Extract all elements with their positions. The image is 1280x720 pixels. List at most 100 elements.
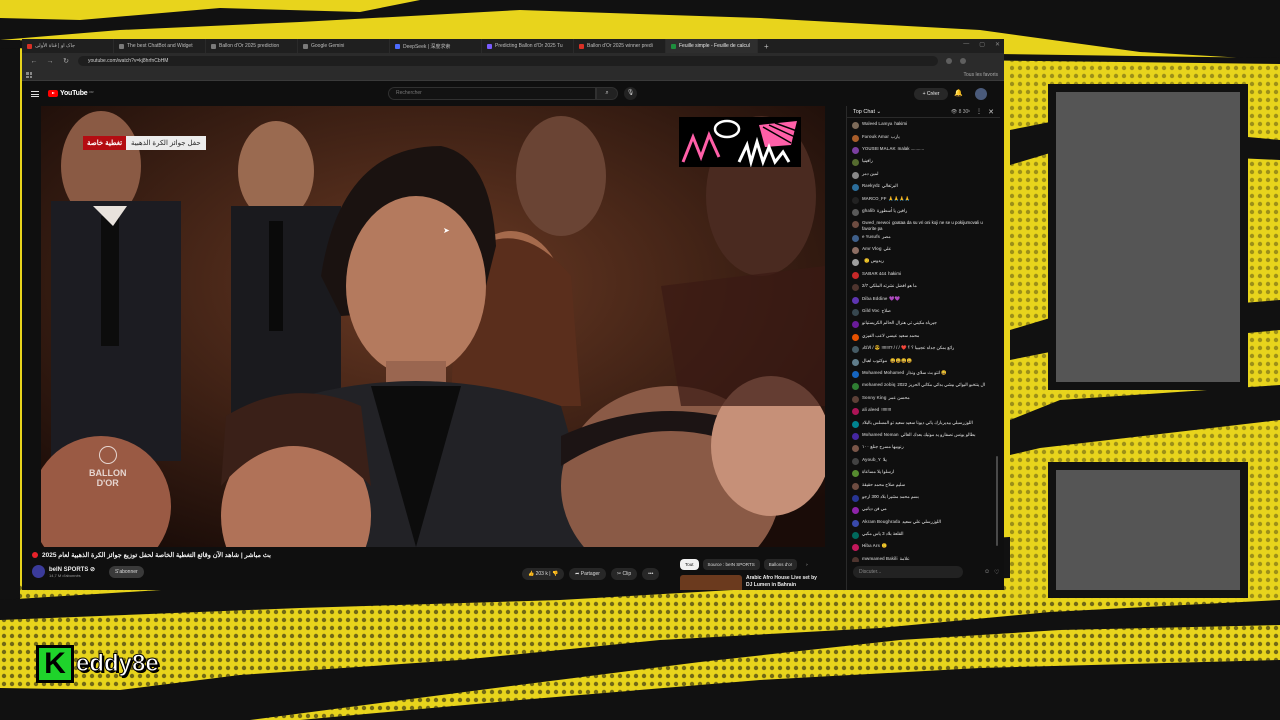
browser-tab-0[interactable]: جاک او | قناة الأولى (22, 39, 114, 53)
url-input[interactable]: youtube.com/watch?v=kj8hrfnCbHM (78, 56, 938, 66)
microphone-icon[interactable]: 🎙 (624, 87, 637, 100)
recommended-title[interactable]: Arabic Afro House Live set by DJ Lumen i… (746, 575, 824, 590)
chat-author-avatar[interactable] (852, 383, 859, 391)
chat-input[interactable]: Discuter... (853, 566, 963, 578)
chip-all[interactable]: Tout (680, 559, 699, 570)
chat-author-avatar[interactable] (852, 519, 859, 527)
chat-author-avatar[interactable] (852, 445, 859, 453)
video-player[interactable]: تغطية خاصة حفل جوائز الكرة الذهبية BALLO… (41, 106, 825, 547)
new-tab-button[interactable]: + (758, 42, 775, 51)
chat-author-avatar[interactable] (852, 247, 859, 255)
chat-author-avatar[interactable] (852, 309, 859, 317)
chat-author-avatar[interactable] (852, 159, 859, 167)
chat-author-avatar[interactable] (852, 432, 859, 440)
chat-author-avatar[interactable] (852, 321, 859, 329)
chat-author-avatar[interactable] (852, 221, 859, 229)
apps-grid-icon[interactable] (26, 72, 32, 78)
chat-author-avatar[interactable] (852, 333, 859, 341)
chips-next-icon[interactable]: › (801, 559, 813, 570)
menu-icon[interactable] (31, 91, 39, 97)
notifications-bell-icon[interactable]: 🔔 (954, 89, 963, 97)
chat-author-avatar[interactable] (852, 420, 859, 428)
chat-author-avatar[interactable] (852, 358, 859, 366)
chat-author-avatar[interactable] (852, 346, 859, 354)
subscribe-button[interactable]: S'abonner (109, 565, 144, 578)
browser-tab-1[interactable]: The best ChatBot and Widget (114, 39, 206, 53)
profile-icon[interactable] (960, 58, 966, 64)
chat-author-name[interactable]: Diba Eddine (862, 296, 887, 301)
chat-author-name[interactable]: MARCO_FF (862, 196, 886, 201)
chat-author-avatar[interactable] (852, 408, 859, 416)
chat-author-avatar[interactable] (852, 122, 859, 130)
channel-name[interactable]: beIN SPORTS ⊘ (49, 566, 95, 573)
reload-icon[interactable]: ↻ (62, 57, 70, 65)
youtube-logo[interactable]: YouTube FR (48, 90, 94, 97)
chat-author-avatar[interactable] (852, 234, 859, 242)
browser-tab-4[interactable]: DeepSeek | 深度求索 (390, 39, 482, 53)
chat-author-name[interactable]: Hiba Ars (862, 543, 880, 548)
search-input[interactable]: Rechercher (388, 87, 596, 100)
chat-author-name[interactable]: SABAR 444 (862, 271, 886, 276)
chat-author-avatar[interactable] (852, 470, 859, 478)
chat-author-name[interactable]: Gwed_mewoi (862, 220, 890, 225)
chat-author-avatar[interactable] (852, 370, 859, 378)
close-chat-icon[interactable]: ✕ (988, 108, 994, 116)
browser-tab-5[interactable]: Predicting Ballon d'Or 2025 Tu (482, 39, 574, 53)
close-window-icon[interactable]: ✕ (995, 41, 1000, 48)
browser-tab-6[interactable]: Ballon d'Or 2025 winner predi (574, 39, 666, 53)
chat-author-avatar[interactable] (852, 544, 859, 552)
chat-author-avatar[interactable] (852, 259, 859, 267)
browser-tab-2[interactable]: Ballon d'Or 2025 prediction (206, 39, 298, 53)
chat-author-avatar[interactable] (852, 296, 859, 304)
like-button[interactable]: 👍 203 k | 👎 (522, 568, 565, 580)
heart-reaction-icon[interactable]: ♡ (994, 569, 999, 576)
create-button[interactable]: + Créer (914, 88, 948, 100)
chat-author-name[interactable]: Waleed Lamya (862, 121, 892, 126)
chip-source[interactable]: Source : beIN SPORTS (702, 559, 760, 570)
chat-author-avatar[interactable] (852, 482, 859, 490)
recommended-video[interactable]: Arabic Afro House Live set by DJ Lumen i… (680, 575, 825, 590)
forward-icon[interactable]: → (46, 58, 54, 65)
maximize-icon[interactable]: ▢ (979, 41, 985, 48)
chip-ballons-dor[interactable]: Ballons d'or (763, 559, 798, 570)
chat-author-avatar[interactable] (852, 271, 859, 279)
chat-author-name[interactable]: Akram Boughrada (862, 519, 900, 524)
extension-icon[interactable] (946, 58, 952, 64)
chat-author-avatar[interactable] (852, 395, 859, 403)
chat-author-name[interactable]: mwmamed Bakili (862, 556, 898, 561)
chat-author-avatar[interactable] (852, 457, 859, 465)
chat-author-avatar[interactable] (852, 171, 859, 179)
chat-author-name[interactable]: Amr Vlog (862, 246, 882, 251)
chat-author-name[interactable]: Farouk Amar (862, 134, 889, 139)
chat-author-name[interactable]: Sonny King (862, 395, 886, 400)
browser-tab-7[interactable]: Feuille simple - Feuille de calcul (666, 39, 758, 53)
chat-scrollbar[interactable] (996, 456, 998, 546)
account-avatar[interactable] (975, 88, 987, 100)
share-button[interactable]: ➦ Partager (569, 568, 606, 580)
chat-author-name[interactable]: e Yusufs (862, 234, 880, 239)
recommended-thumbnail[interactable] (680, 575, 742, 590)
back-icon[interactable]: ← (30, 58, 38, 65)
chat-author-name[interactable]: Gild Voc (862, 308, 879, 313)
more-actions-button[interactable]: ••• (642, 568, 660, 580)
chat-author-avatar[interactable] (852, 507, 859, 515)
chat-author-avatar[interactable] (852, 284, 859, 292)
channel-avatar[interactable] (32, 565, 45, 578)
minimize-icon[interactable]: — (963, 41, 969, 48)
chat-author-avatar[interactable] (852, 532, 859, 540)
chat-author-avatar[interactable] (852, 208, 859, 216)
chat-author-avatar[interactable] (852, 494, 859, 502)
chat-author-name[interactable]: mohamed zobiq (862, 382, 895, 387)
chat-author-name[interactable]: Mohamed Mohamed (862, 370, 904, 375)
browser-tab-3[interactable]: Google Gemini (298, 39, 390, 53)
chat-author-name[interactable]: Mohamed Noman (862, 432, 899, 437)
chat-author-name[interactable]: YOUSEI MALAK (862, 146, 896, 151)
chat-author-name[interactable]: ghalib (862, 208, 875, 213)
chat-more-icon[interactable]: ⋮ (976, 108, 982, 115)
top-chat-selector[interactable]: Top Chat ⌄ (853, 109, 881, 115)
all-bookmarks-link[interactable]: Tous les favoris (964, 72, 998, 78)
chat-author-avatar[interactable] (852, 134, 859, 142)
emoji-icon[interactable]: ☺ (984, 569, 990, 575)
search-icon[interactable]: ⌕ (596, 87, 618, 100)
chat-author-avatar[interactable] (852, 196, 859, 204)
